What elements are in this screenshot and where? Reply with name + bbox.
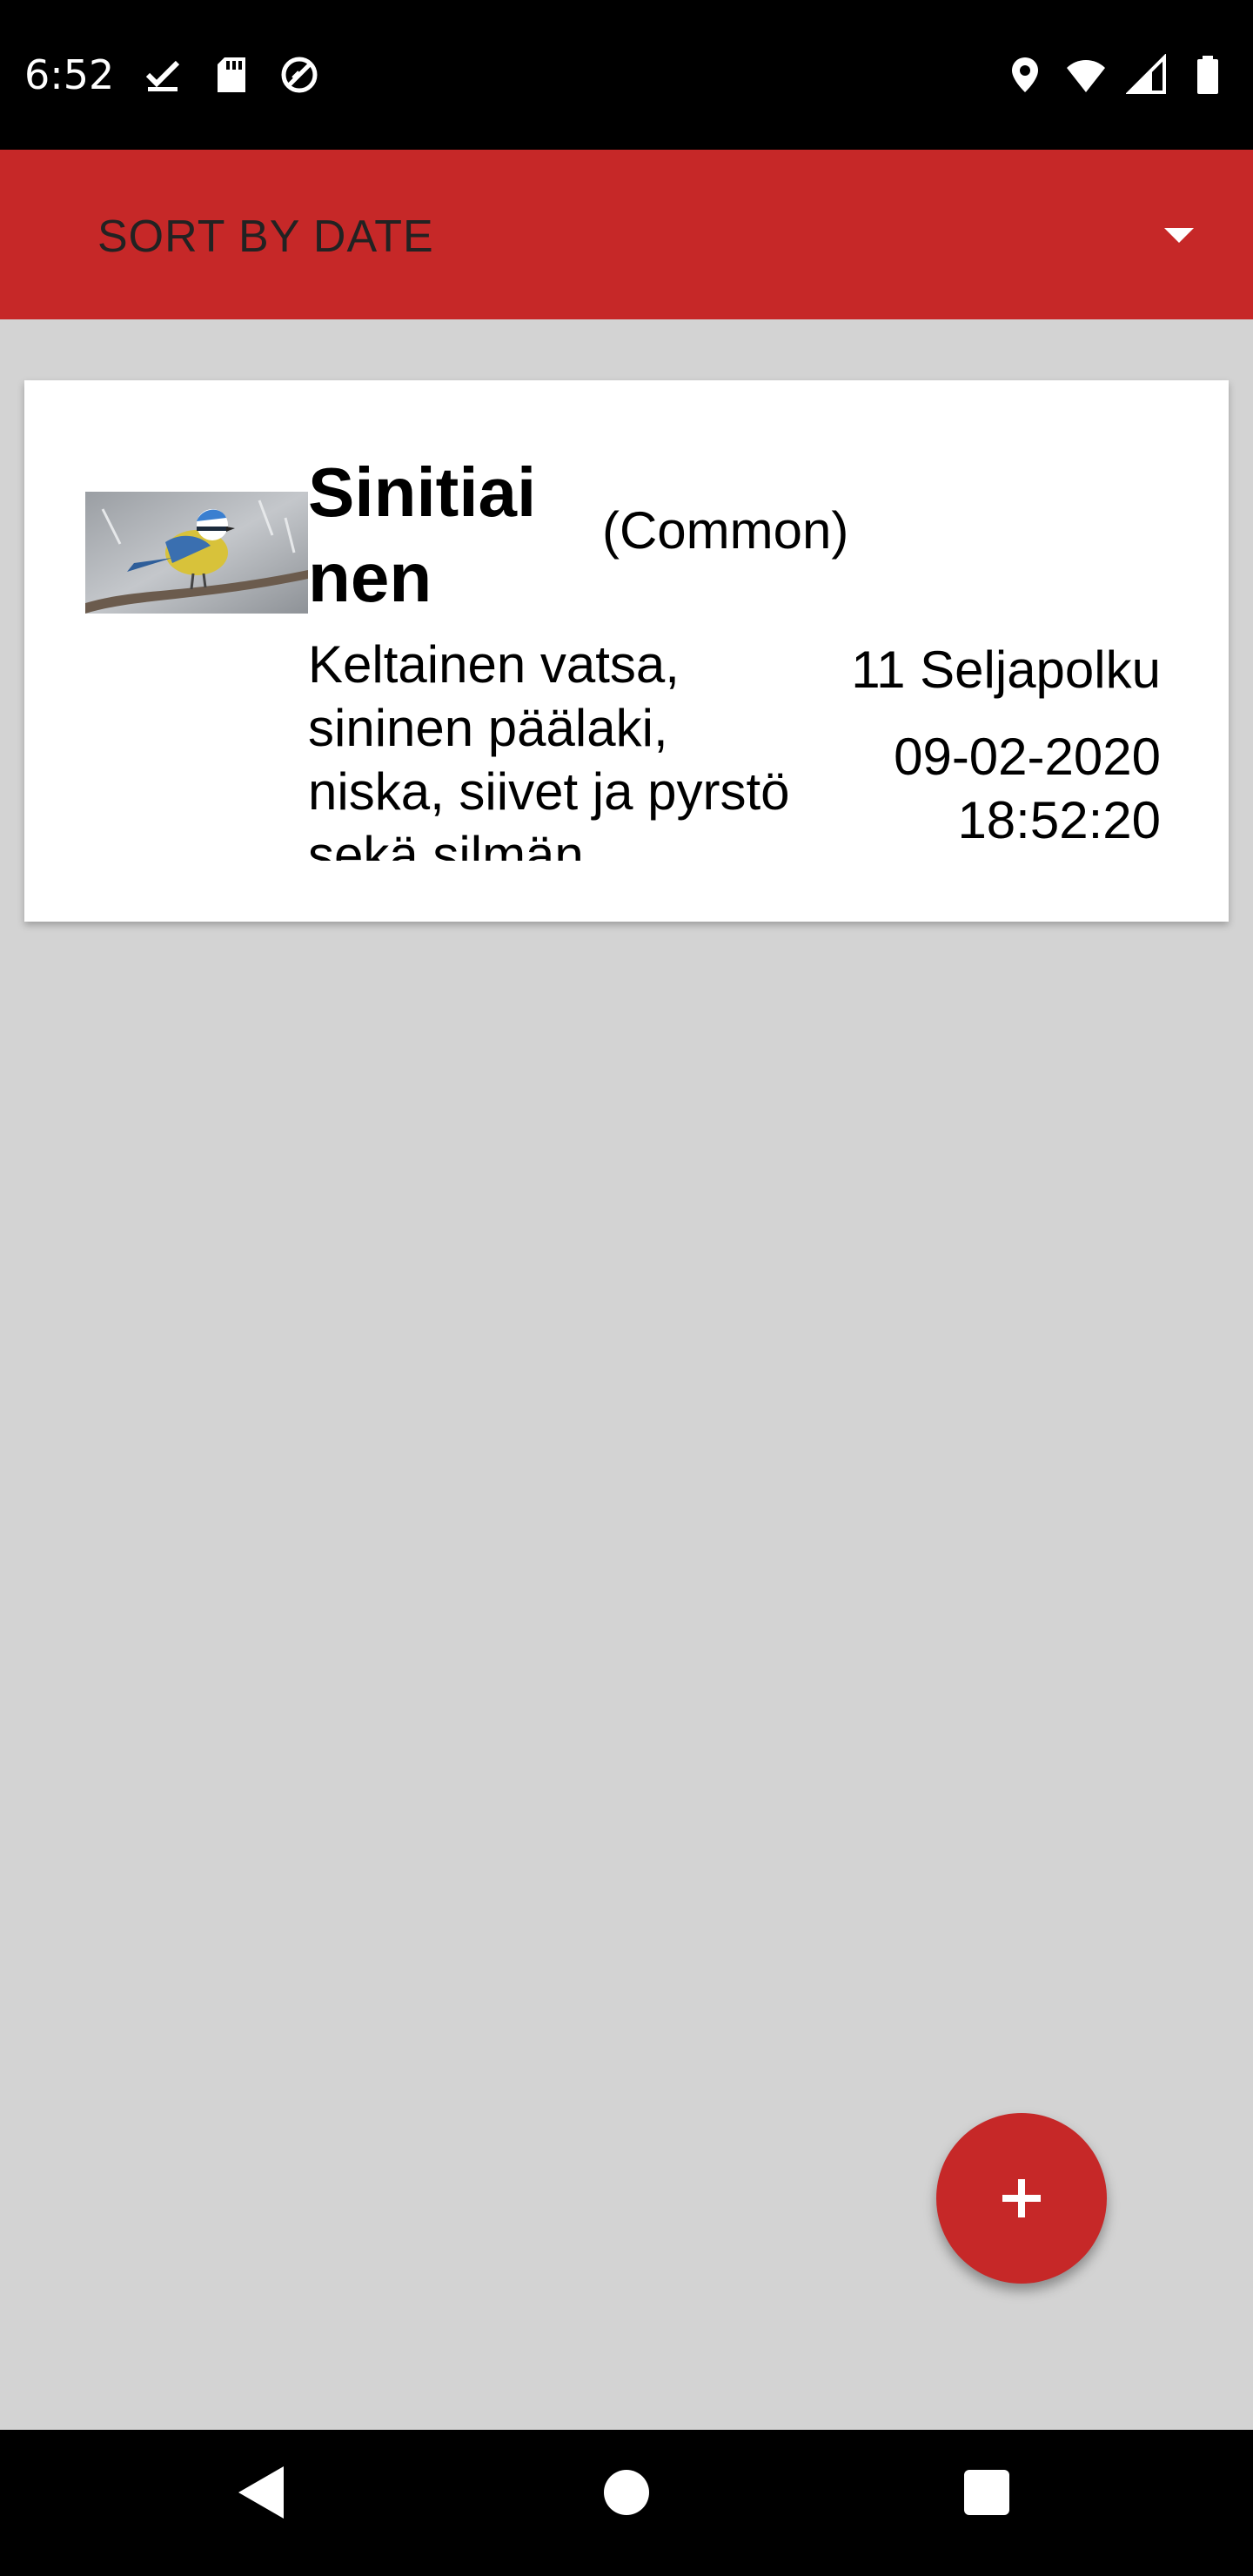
back-icon[interactable]	[237, 2465, 285, 2520]
observation-notes: Keltainen vatsa, sininen päälaki, niska,…	[308, 635, 790, 861]
blue-tit-photo	[85, 492, 308, 614]
rarity-label: (Common)	[602, 501, 849, 560]
status-bar: 6:52	[0, 0, 1253, 150]
add-observation-button[interactable]	[936, 2113, 1107, 2284]
home-icon[interactable]	[604, 2470, 649, 2515]
navigation-bar	[0, 2430, 1253, 2576]
signal-icon	[1126, 54, 1166, 94]
battery-icon	[1197, 56, 1218, 94]
status-time: 6:52	[24, 51, 115, 98]
observation-datetime: 09-02-2020 18:52:20	[894, 728, 1161, 849]
observation-location: 11 Seljapolku	[851, 641, 1161, 699]
observation-card[interactable]: Sinitiainen (Common) Keltainen vatsa, si…	[24, 380, 1229, 922]
sort-dropdown-label: SORT BY DATE	[97, 211, 434, 262]
status-right-icons	[1004, 54, 1229, 96]
location-icon	[1012, 57, 1038, 92]
sort-dropdown[interactable]: SORT BY DATE	[0, 150, 1253, 319]
status-left-icons	[143, 54, 320, 96]
recents-icon[interactable]	[964, 2470, 1009, 2515]
wifi-icon	[1067, 60, 1105, 92]
bird-thumbnail	[85, 492, 308, 614]
task-check-icon	[145, 60, 180, 91]
sd-card-icon	[218, 57, 245, 92]
chevron-down-icon[interactable]	[1164, 228, 1194, 243]
data-saver-icon	[281, 57, 318, 93]
bird-name: Sinitiainen	[308, 453, 537, 616]
toolbar: SORT BY DATE	[0, 150, 1253, 319]
